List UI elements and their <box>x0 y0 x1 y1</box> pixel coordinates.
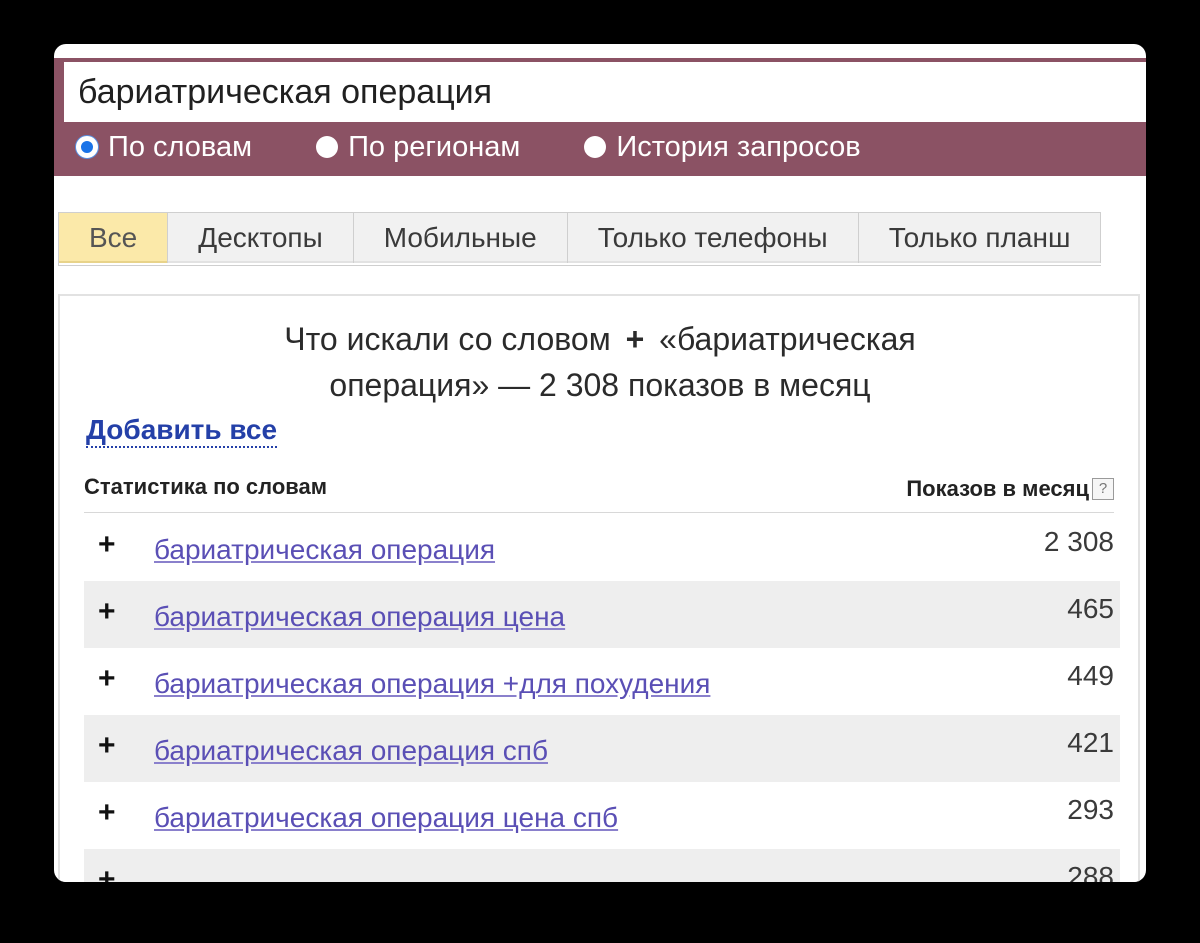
app-window: По словам По регионам История запросов В… <box>54 44 1146 882</box>
table-row: + 288 <box>84 849 1120 882</box>
radio-query-history[interactable]: История запросов <box>584 130 861 164</box>
add-keyword-button[interactable]: + <box>98 796 116 830</box>
radio-query-history-label: История запросов <box>616 130 861 163</box>
add-keyword-button[interactable]: + <box>98 729 116 763</box>
results-title-prefix: Что искали со словом <box>284 321 611 357</box>
radio-by-regions-label: По регионам <box>348 130 521 163</box>
keyword-link[interactable]: бариатрическая операция <box>154 534 495 566</box>
table-row: + бариатрическая операция +для похудения… <box>84 648 1120 715</box>
keyword-link[interactable]: бариатрическая операция спб <box>154 735 548 767</box>
tab-mobile[interactable]: Мобильные <box>353 213 568 263</box>
radio-unselected-icon <box>316 136 339 158</box>
impressions-count: 449 <box>1067 660 1114 691</box>
impressions-count: 2 308 <box>1043 526 1114 557</box>
table-row: + бариатрическая операция цена спб 293 <box>84 782 1120 849</box>
device-tabs: Все Десктопы Мобильные Только телефоны Т… <box>58 212 1102 266</box>
impressions-count: 288 <box>1067 861 1114 882</box>
add-all-link[interactable]: Добавить все <box>86 414 278 448</box>
table-row: + бариатрическая операция цена 465 <box>84 581 1120 648</box>
search-header: По словам По регионам История запросов <box>54 58 1146 176</box>
column-header-count-label: Показов в месяц <box>906 476 1089 501</box>
keyword-link[interactable]: бариатрическая операция цена <box>154 601 565 633</box>
radio-by-words[interactable]: По словам <box>76 131 252 164</box>
results-panel: Что искали со словом + «бариатрическая о… <box>58 294 1140 882</box>
plus-icon: + <box>625 321 645 357</box>
impressions-count: 421 <box>1067 727 1114 758</box>
tab-tablets-only[interactable]: Только планш <box>858 213 1102 263</box>
table-header: Статистика по словам Показов в месяц ? <box>84 472 1114 513</box>
table-row: + бариатрическая операция спб 421 <box>84 715 1120 782</box>
keyword-link[interactable]: бариатрическая операция +для похудения <box>154 668 710 700</box>
add-keyword-button[interactable]: + <box>98 595 116 629</box>
radio-by-regions[interactable]: По регионам <box>316 131 520 164</box>
help-icon[interactable]: ? <box>1092 478 1114 500</box>
column-header-count: Показов в месяц ? <box>906 476 1114 502</box>
column-header-words: Статистика по словам <box>84 474 328 499</box>
search-mode-group: По словам По регионам История запросов <box>76 124 861 170</box>
radio-selected-icon <box>76 136 98 158</box>
keyword-link[interactable]: бариатрическая операция цена спб <box>154 802 618 834</box>
impressions-count: 465 <box>1067 593 1114 624</box>
impressions-count: 293 <box>1067 794 1114 825</box>
add-keyword-button[interactable]: + <box>98 528 116 562</box>
add-keyword-button[interactable]: + <box>98 863 116 882</box>
search-input[interactable] <box>64 62 1146 122</box>
tab-all[interactable]: Все <box>59 213 169 263</box>
radio-by-words-label: По словам <box>108 130 253 163</box>
tab-desktops[interactable]: Десктопы <box>168 213 354 263</box>
table-row: + бариатрическая операция 2 308 <box>84 514 1120 581</box>
results-title: Что искали со словом + «бариатрическая о… <box>210 316 990 408</box>
tab-phones-only[interactable]: Только телефоны <box>567 213 859 263</box>
radio-unselected-icon <box>584 136 607 158</box>
add-keyword-button[interactable]: + <box>98 662 116 696</box>
keyword-table: + бариатрическая операция 2 308 + бариат… <box>84 514 1120 882</box>
